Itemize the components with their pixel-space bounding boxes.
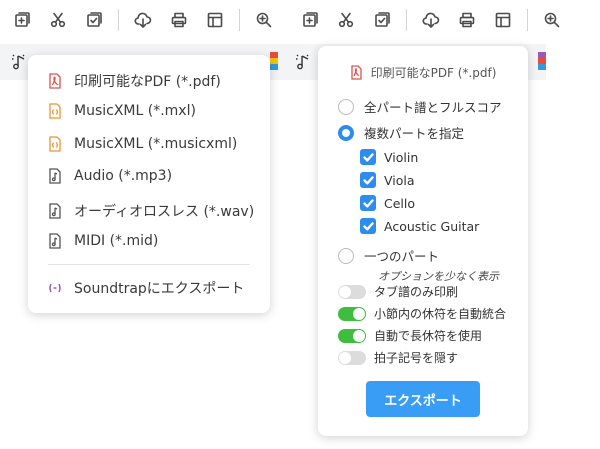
toggle-switch[interactable] bbox=[338, 328, 366, 343]
download-button[interactable] bbox=[417, 6, 445, 34]
checkbox[interactable] bbox=[360, 195, 376, 211]
cut-button[interactable] bbox=[44, 6, 72, 34]
menu-item-soundtrap[interactable]: Soundtrapにエクスポート bbox=[48, 278, 244, 298]
checkmark-icon bbox=[362, 175, 374, 184]
part-checkbox-cello[interactable]: Cello bbox=[360, 195, 415, 211]
midi-file-icon bbox=[48, 233, 62, 249]
checkmark-icon bbox=[362, 152, 374, 161]
toggle-switch[interactable] bbox=[338, 306, 366, 321]
print-icon bbox=[459, 12, 475, 28]
menu-divider bbox=[48, 264, 250, 265]
print-button[interactable] bbox=[453, 6, 481, 34]
export-format-menu: 印刷可能なPDF (*.pdf) MusicXML (*.mxl) MusicX… bbox=[28, 55, 270, 313]
menu-item-label: オーディオロスレス (*.wav) bbox=[74, 204, 255, 220]
menu-item-label: 印刷可能なPDF (*.pdf) bbox=[74, 74, 221, 90]
checkmark-icon bbox=[362, 198, 374, 207]
audio-file-icon bbox=[48, 203, 62, 219]
print-icon bbox=[171, 12, 187, 28]
add-page-icon bbox=[15, 12, 30, 27]
option-single-part[interactable]: 一つのパート bbox=[338, 246, 439, 265]
pdf-file-icon bbox=[350, 65, 362, 80]
toggle-switch[interactable] bbox=[338, 350, 366, 365]
menu-item-mp3[interactable]: Audio (*.mp3) bbox=[48, 168, 172, 184]
download-button[interactable] bbox=[129, 6, 157, 34]
zoom-in-icon bbox=[256, 12, 272, 28]
toolbar-divider bbox=[406, 9, 407, 31]
part-checkbox-violin[interactable]: Violin bbox=[360, 149, 418, 165]
scissors-icon bbox=[50, 12, 66, 28]
checkmark-icon bbox=[362, 221, 374, 230]
zoom-in-button[interactable] bbox=[538, 6, 566, 34]
layout-button[interactable] bbox=[489, 6, 517, 34]
print-button[interactable] bbox=[165, 6, 193, 34]
part-checkbox-viola[interactable]: Viola bbox=[360, 172, 415, 188]
option-all-parts[interactable]: 全パート譜とフルスコア bbox=[338, 97, 502, 116]
layout-icon bbox=[207, 12, 223, 28]
color-palette-icon[interactable] bbox=[270, 52, 278, 70]
part-checkbox-acoustic-guitar[interactable]: Acoustic Guitar bbox=[360, 218, 479, 234]
toolbar-divider bbox=[239, 9, 240, 31]
pdf-file-icon bbox=[48, 73, 62, 89]
toggle-switch[interactable] bbox=[338, 284, 366, 299]
toggle-hide-time-signature[interactable]: 拍子記号を隠す bbox=[338, 349, 458, 366]
xml-file-icon bbox=[48, 136, 62, 152]
pdf-export-panel: 印刷可能なPDF (*.pdf) 全パート譜とフルスコア 複数パートを指定 Vi… bbox=[318, 46, 528, 436]
xml-file-icon bbox=[48, 103, 62, 119]
menu-item-label: MIDI (*.mid) bbox=[74, 233, 159, 249]
checkbox[interactable] bbox=[360, 149, 376, 165]
menu-item-pdf[interactable]: 印刷可能なPDF (*.pdf) bbox=[48, 71, 221, 91]
export-button[interactable]: エクスポート bbox=[366, 381, 480, 417]
cloud-download-icon bbox=[422, 12, 440, 28]
menu-item-label: Soundtrapにエクスポート bbox=[74, 281, 245, 297]
option-multiple-parts[interactable]: 複数パートを指定 bbox=[338, 123, 464, 142]
layout-icon bbox=[495, 12, 511, 28]
menu-item-mxl[interactable]: MusicXML (*.mxl) bbox=[48, 103, 196, 119]
menu-item-midi[interactable]: MIDI (*.mid) bbox=[48, 233, 158, 249]
menu-item-wav[interactable]: オーディオロスレス (*.wav) bbox=[48, 201, 254, 221]
checkbox[interactable] bbox=[360, 172, 376, 188]
radio-button-selected[interactable] bbox=[338, 124, 354, 141]
menu-item-label: MusicXML (*.mxl) bbox=[74, 103, 196, 119]
cut-button[interactable] bbox=[332, 6, 360, 34]
select-button[interactable] bbox=[80, 6, 108, 34]
audio-file-icon bbox=[48, 168, 62, 184]
checklist-icon bbox=[87, 12, 102, 27]
checklist-icon bbox=[375, 12, 390, 27]
add-page-icon bbox=[303, 12, 318, 27]
zoom-in-icon bbox=[544, 12, 560, 28]
toolbar-left bbox=[8, 0, 286, 40]
toolbar-divider bbox=[527, 9, 528, 31]
show-fewer-options-link[interactable]: オプションを少なく表示 bbox=[378, 268, 499, 284]
radio-button[interactable] bbox=[338, 247, 354, 264]
layout-button[interactable] bbox=[201, 6, 229, 34]
panel-title: 印刷可能なPDF (*.pdf) bbox=[318, 64, 528, 81]
add-page-button[interactable] bbox=[296, 6, 324, 34]
checkbox[interactable] bbox=[360, 218, 376, 234]
zoom-in-button[interactable] bbox=[250, 6, 278, 34]
soundtrap-icon bbox=[48, 280, 62, 296]
toolbar-divider bbox=[118, 9, 119, 31]
cloud-download-icon bbox=[134, 12, 152, 28]
note-input-icon[interactable] bbox=[10, 52, 30, 72]
select-button[interactable] bbox=[368, 6, 396, 34]
toggle-multirest[interactable]: 自動で長休符を使用 bbox=[338, 327, 482, 344]
add-page-button[interactable] bbox=[8, 6, 36, 34]
toolbar-right bbox=[296, 0, 574, 40]
menu-item-label: Audio (*.mp3) bbox=[74, 168, 173, 184]
note-input-icon[interactable] bbox=[294, 52, 314, 72]
toggle-merge-rests[interactable]: 小節内の休符を自動統合 bbox=[338, 305, 506, 322]
menu-item-label: MusicXML (*.musicxml) bbox=[74, 136, 238, 152]
color-palette-icon[interactable] bbox=[538, 52, 546, 70]
scissors-icon bbox=[338, 12, 354, 28]
menu-item-musicxml[interactable]: MusicXML (*.musicxml) bbox=[48, 136, 237, 152]
radio-button[interactable] bbox=[338, 98, 354, 115]
toggle-tab-only[interactable]: タブ譜のみ印刷 bbox=[338, 283, 458, 300]
